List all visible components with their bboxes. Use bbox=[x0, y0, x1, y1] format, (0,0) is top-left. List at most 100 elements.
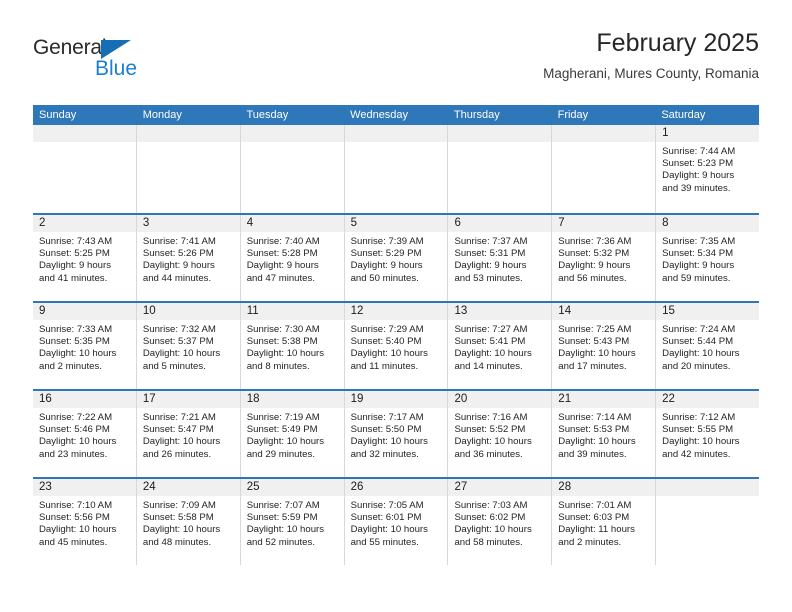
daylight-text-line1: Daylight: 9 hours bbox=[454, 260, 527, 272]
calendar-day-cell[interactable]: 24 Sunrise: 7:09 AM Sunset: 5:58 PM Dayligh… bbox=[136, 479, 241, 565]
sunset-text: Sunset: 5:49 PM bbox=[246, 424, 318, 436]
day-sun-info: Sunrise: 7:24 AM Sunset: 5:44 PM Daylight:… bbox=[656, 320, 759, 373]
daylight-text-line1: Daylight: 10 hours bbox=[246, 348, 325, 360]
calendar-day-cell[interactable]: 7 Sunrise: 7:36 AM Sunset: 5:32 PM Daylight… bbox=[552, 215, 657, 301]
day-sun-info: Sunrise: 7:22 AM Sunset: 5:46 PM Daylight:… bbox=[33, 408, 136, 461]
daylight-text-line1: Daylight: 9 hours bbox=[662, 170, 735, 182]
calendar-day-cell[interactable]: 14 Sunrise: 7:25 AM Sunset: 5:43 PM Dayligh… bbox=[552, 303, 657, 389]
daylight-text-line1: Daylight: 10 hours bbox=[454, 524, 532, 536]
day-number bbox=[656, 479, 760, 496]
weekday-saturday: Saturday bbox=[661, 109, 706, 121]
calendar-day-cell[interactable]: 27 Sunrise: 7:03 AM Sunset: 6:02 PM Dayligh… bbox=[448, 479, 553, 565]
sunset-text: Sunset: 5:58 PM bbox=[142, 512, 214, 524]
sunrise-text: Sunrise: 7:10 AM bbox=[39, 500, 113, 511]
day-number: 22 bbox=[656, 391, 760, 408]
sunrise-text: Sunrise: 7:41 AM bbox=[142, 236, 216, 247]
day-sun-info bbox=[656, 496, 759, 500]
calendar-day-cell[interactable]: 23 Sunrise: 7:10 AM Sunset: 5:56 PM Dayligh… bbox=[33, 479, 137, 565]
day-sun-info: Sunrise: 7:44 AM Sunset: 5:23 PM Daylight:… bbox=[656, 142, 759, 195]
weekday-friday: Friday bbox=[557, 109, 589, 121]
calendar-day-cell[interactable]: 17 Sunrise: 7:21 AM Sunset: 5:47 PM Dayligh… bbox=[136, 391, 241, 477]
sunset-text: Sunset: 5:40 PM bbox=[350, 336, 422, 348]
calendar-day-cell[interactable]: 28 Sunrise: 7:01 AM Sunset: 6:03 PM Dayligh… bbox=[552, 479, 657, 565]
sunrise-text: Sunrise: 7:01 AM bbox=[558, 500, 632, 511]
daylight-text-line1: Daylight: 10 hours bbox=[662, 348, 740, 360]
day-number bbox=[240, 125, 344, 142]
sunset-text: Sunset: 5:34 PM bbox=[662, 248, 734, 260]
daylight-text-line1: Daylight: 10 hours bbox=[558, 348, 636, 360]
day-sun-info: Sunrise: 7:10 AM Sunset: 5:56 PM Daylight:… bbox=[33, 496, 136, 549]
sunrise-text: Sunrise: 7:03 AM bbox=[454, 500, 528, 511]
calendar-day-cell[interactable]: 15 Sunrise: 7:24 AM Sunset: 5:44 PM Dayligh… bbox=[656, 303, 760, 389]
calendar-day-cell[interactable]: 8 Sunrise: 7:35 AM Sunset: 5:34 PM Daylight… bbox=[656, 215, 760, 301]
calendar-day-cell[interactable]: 10 Sunrise: 7:32 AM Sunset: 5:37 PM Dayligh… bbox=[136, 303, 241, 389]
calendar-day-cell[interactable]: 21 Sunrise: 7:14 AM Sunset: 5:53 PM Dayligh… bbox=[552, 391, 657, 477]
calendar-day-cell[interactable]: 16 Sunrise: 7:22 AM Sunset: 5:46 PM Dayligh… bbox=[33, 391, 137, 477]
sunrise-text: Sunrise: 7:29 AM bbox=[350, 324, 424, 335]
calendar-day-cell[interactable]: 26 Sunrise: 7:05 AM Sunset: 6:01 PM Dayligh… bbox=[344, 479, 449, 565]
day-sun-info: Sunrise: 7:29 AM Sunset: 5:40 PM Daylight:… bbox=[345, 320, 448, 373]
sunset-text: Sunset: 5:31 PM bbox=[454, 248, 526, 260]
calendar-day-cell[interactable]: 22 Sunrise: 7:12 AM Sunset: 5:55 PM Dayligh… bbox=[656, 391, 760, 477]
day-number: 15 bbox=[656, 303, 760, 320]
calendar-day-cell[interactable]: 25 Sunrise: 7:07 AM Sunset: 5:59 PM Dayligh… bbox=[240, 479, 345, 565]
daylight-text-line1: Daylight: 10 hours bbox=[454, 436, 532, 448]
daylight-text-line1: Daylight: 9 hours bbox=[246, 260, 319, 272]
calendar-day-cell[interactable]: 18 Sunrise: 7:19 AM Sunset: 5:49 PM Dayligh… bbox=[240, 391, 345, 477]
daylight-text-line2: and 44 minutes. bbox=[142, 272, 212, 284]
sunset-text: Sunset: 5:44 PM bbox=[662, 336, 734, 348]
daylight-text-line1: Daylight: 10 hours bbox=[142, 436, 221, 448]
day-sun-info: Sunrise: 7:09 AM Sunset: 5:58 PM Daylight:… bbox=[137, 496, 240, 549]
sunrise-text: Sunrise: 7:16 AM bbox=[454, 412, 528, 423]
calendar-day-cell-empty bbox=[136, 125, 241, 213]
page-header: General Blue February 2025 Magherani, Mu… bbox=[33, 28, 759, 94]
calendar-day-cell[interactable]: 12 Sunrise: 7:29 AM Sunset: 5:40 PM Dayligh… bbox=[344, 303, 449, 389]
general-blue-logo[interactable]: General Blue bbox=[33, 36, 253, 92]
calendar-day-cell[interactable]: 3 Sunrise: 7:41 AM Sunset: 5:26 PM Daylight… bbox=[136, 215, 241, 301]
daylight-text-line2: and 53 minutes. bbox=[454, 272, 523, 284]
calendar-day-cell[interactable]: 9 Sunrise: 7:33 AM Sunset: 5:35 PM Daylight… bbox=[33, 303, 137, 389]
sunrise-text: Sunrise: 7:44 AM bbox=[662, 146, 736, 157]
calendar-day-cell[interactable]: 6 Sunrise: 7:37 AM Sunset: 5:31 PM Daylight… bbox=[448, 215, 553, 301]
sunset-text: Sunset: 5:29 PM bbox=[350, 248, 422, 260]
calendar-day-cell[interactable]: 19 Sunrise: 7:17 AM Sunset: 5:50 PM Dayligh… bbox=[344, 391, 449, 477]
day-sun-info: Sunrise: 7:07 AM Sunset: 5:59 PM Daylight:… bbox=[241, 496, 344, 549]
sunrise-text: Sunrise: 7:05 AM bbox=[350, 500, 424, 511]
calendar-day-cell[interactable]: 20 Sunrise: 7:16 AM Sunset: 5:52 PM Dayligh… bbox=[448, 391, 553, 477]
calendar-week-row: 23 Sunrise: 7:10 AM Sunset: 5:56 PM Dayligh… bbox=[33, 477, 760, 565]
calendar-day-cell[interactable]: 1 Sunrise: 7:44 AM Sunset: 5:23 PM Daylight… bbox=[656, 125, 760, 213]
day-number: 23 bbox=[33, 479, 136, 496]
daylight-text-line1: Daylight: 10 hours bbox=[350, 524, 428, 536]
weekday-thursday: Thursday bbox=[453, 109, 500, 121]
calendar-day-cell-empty bbox=[240, 125, 345, 213]
daylight-text-line1: Daylight: 9 hours bbox=[662, 260, 735, 272]
sunrise-text: Sunrise: 7:43 AM bbox=[39, 236, 113, 247]
daylight-text-line2: and 39 minutes. bbox=[558, 448, 627, 460]
day-number bbox=[344, 125, 448, 142]
day-sun-info: Sunrise: 7:33 AM Sunset: 5:35 PM Daylight:… bbox=[33, 320, 136, 373]
day-number bbox=[136, 125, 240, 142]
daylight-text-line2: and 41 minutes. bbox=[39, 272, 108, 284]
logo-text-blue: Blue bbox=[95, 57, 138, 80]
day-sun-info bbox=[552, 142, 655, 146]
calendar-day-cell[interactable]: 2 Sunrise: 7:43 AM Sunset: 5:25 PM Daylight… bbox=[33, 215, 137, 301]
day-sun-info bbox=[448, 142, 551, 146]
calendar-day-cell[interactable]: 13 Sunrise: 7:27 AM Sunset: 5:41 PM Dayligh… bbox=[448, 303, 553, 389]
calendar-day-cell[interactable]: 5 Sunrise: 7:39 AM Sunset: 5:29 PM Daylight… bbox=[344, 215, 449, 301]
weekday-tuesday: Tuesday bbox=[246, 109, 289, 121]
calendar-day-cell[interactable]: 11 Sunrise: 7:30 AM Sunset: 5:38 PM Dayligh… bbox=[240, 303, 345, 389]
day-number: 9 bbox=[33, 303, 136, 320]
page-subtitle: Magherani, Mures County, Romania bbox=[543, 66, 759, 81]
sunset-text: Sunset: 5:23 PM bbox=[662, 158, 734, 170]
sunset-text: Sunset: 6:01 PM bbox=[350, 512, 422, 524]
sunset-text: Sunset: 6:03 PM bbox=[558, 512, 630, 524]
day-number: 20 bbox=[448, 391, 552, 408]
day-number: 26 bbox=[344, 479, 448, 496]
daylight-text-line1: Daylight: 10 hours bbox=[350, 436, 428, 448]
calendar-day-cell[interactable]: 4 Sunrise: 7:40 AM Sunset: 5:28 PM Daylight… bbox=[240, 215, 345, 301]
sunset-text: Sunset: 6:02 PM bbox=[454, 512, 526, 524]
day-sun-info: Sunrise: 7:39 AM Sunset: 5:29 PM Daylight:… bbox=[345, 232, 448, 285]
calendar-week-row: 16 Sunrise: 7:22 AM Sunset: 5:46 PM Dayligh… bbox=[33, 389, 760, 477]
daylight-text-line1: Daylight: 10 hours bbox=[142, 348, 221, 360]
daylight-text-line2: and 32 minutes. bbox=[350, 448, 419, 460]
